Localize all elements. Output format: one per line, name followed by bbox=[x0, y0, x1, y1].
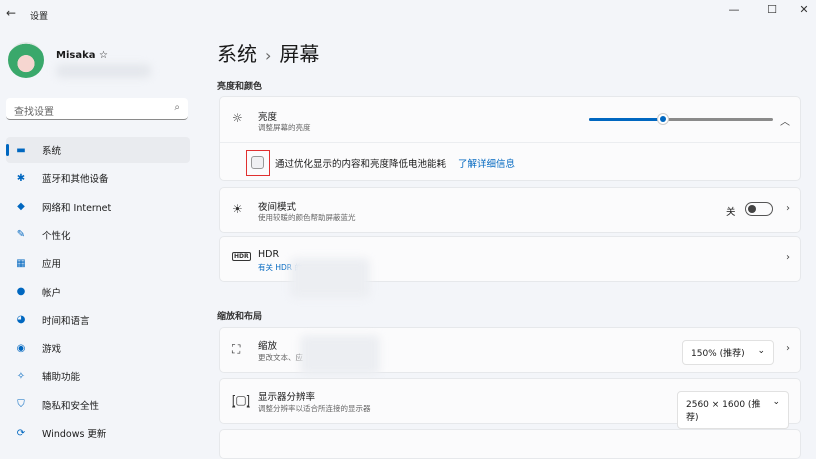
night-light-icon: ☀ bbox=[232, 202, 243, 216]
back-button[interactable]: ← bbox=[6, 6, 16, 20]
hdr-title: HDR bbox=[258, 249, 280, 260]
user-name: Misaka ☆ bbox=[56, 50, 108, 61]
night-title: 夜间模式 bbox=[258, 202, 297, 213]
night-subtitle: 使用较暖的颜色帮助屏蔽蓝光 bbox=[258, 213, 356, 222]
sidebar-item-2[interactable]: ◆ 网络和 Internet bbox=[6, 194, 190, 220]
slider-thumb[interactable] bbox=[656, 113, 669, 125]
sidebar-item-label: 蓝牙和其他设备 bbox=[42, 174, 109, 186]
chevron-right-icon: › bbox=[786, 252, 790, 263]
next-card bbox=[219, 429, 801, 459]
sidebar-item-label: 个性化 bbox=[42, 230, 71, 242]
sidebar-item-label: 时间和语言 bbox=[42, 315, 90, 327]
sidebar-item-6[interactable]: ◕ 时间和语言 bbox=[6, 307, 190, 333]
sidebar-icon: ◉ bbox=[16, 342, 26, 354]
learn-more-link[interactable]: 了解详细信息 bbox=[458, 156, 515, 170]
minimize-button[interactable]: — bbox=[724, 3, 744, 16]
sidebar-icon: ▦ bbox=[16, 257, 26, 269]
resolution-icon: ⦋▢⦌ bbox=[232, 393, 251, 407]
sidebar-item-label: 帐户 bbox=[42, 287, 62, 299]
sidebar-item-8[interactable]: ✧ 辅助功能 bbox=[6, 363, 190, 389]
resolution-dropdown[interactable]: 2560 × 1600 (推荐) ⌄ bbox=[677, 391, 789, 429]
title-bar: ← 设置 — ☐ ✕ bbox=[0, 0, 816, 30]
resolution-value: 2560 × 1600 (推荐) bbox=[686, 400, 761, 423]
breadcrumb-parent[interactable]: 系统 bbox=[217, 42, 257, 66]
night-toggle[interactable] bbox=[745, 202, 773, 216]
slider-fill bbox=[589, 118, 663, 121]
sidebar-item-5[interactable]: ● 帐户 bbox=[6, 279, 190, 305]
page-title: 屏幕 bbox=[279, 42, 320, 66]
blur-overlay bbox=[290, 258, 370, 298]
brightness-title: 亮度 bbox=[258, 112, 278, 123]
resolution-title: 显示器分辨率 bbox=[258, 392, 316, 403]
brightness-row[interactable]: ☼ 亮度 调整屏幕的亮度 ︿ bbox=[220, 97, 800, 143]
resolution-card: ⦋▢⦌ 显示器分辨率 调整分辨率以适合所连接的显示器 2560 × 1600 (… bbox=[219, 378, 801, 429]
sidebar-icon: ✱ bbox=[16, 172, 26, 184]
collapse-chevron-icon[interactable]: ︿ bbox=[780, 113, 790, 128]
battery-checkbox-label: 通过优化显示的内容和亮度降低电池能耗 bbox=[275, 159, 447, 170]
sidebar-item-4[interactable]: ▦ 应用 bbox=[6, 250, 190, 276]
section-brightness-color: 亮度和颜色 bbox=[217, 82, 263, 92]
breadcrumb: 系统 › 屏幕 bbox=[217, 38, 319, 67]
battery-option-row: 通过优化显示的内容和亮度降低电池能耗 了解详细信息 bbox=[220, 143, 800, 181]
scale-icon: ⛶ bbox=[232, 342, 241, 356]
scale-dropdown[interactable]: 150% (推荐) ⌄ bbox=[682, 340, 774, 365]
sidebar-item-10[interactable]: ⟳ Windows 更新 bbox=[6, 420, 190, 446]
sidebar-item-label: 游戏 bbox=[42, 344, 62, 356]
chevron-down-icon: ⌄ bbox=[772, 397, 780, 407]
sidebar-icon: ✧ bbox=[16, 370, 26, 382]
night-light-card[interactable]: ☀ 夜间模式 使用较暖的颜色帮助屏蔽蓝光 关 › bbox=[219, 187, 801, 233]
sidebar-item-label: 应用 bbox=[42, 259, 62, 271]
sidebar-item-3[interactable]: ✎ 个性化 bbox=[6, 222, 190, 248]
close-button[interactable]: ✕ bbox=[794, 3, 814, 16]
sidebar-item-label: 辅助功能 bbox=[42, 372, 81, 384]
battery-checkbox[interactable] bbox=[251, 156, 264, 169]
chevron-down-icon: ⌄ bbox=[757, 346, 765, 356]
sidebar-icon: ⛉ bbox=[17, 399, 25, 411]
brightness-card: ☼ 亮度 调整屏幕的亮度 ︿ 通过优化显示的内容和亮度降低电池能耗 了解详细信息 bbox=[219, 96, 801, 181]
sidebar-item-9[interactable]: ⛉ 隐私和安全性 bbox=[6, 392, 190, 418]
search-input[interactable]: 查找设置 ⌕ bbox=[6, 98, 188, 120]
sidebar-icon: ◕ bbox=[16, 314, 26, 326]
sidebar-item-label: 系统 bbox=[42, 146, 62, 157]
night-state: 关 bbox=[726, 207, 736, 218]
chevron-right-icon: › bbox=[786, 203, 790, 214]
sidebar-item-label: Windows 更新 bbox=[42, 429, 107, 440]
sun-icon: ☼ bbox=[232, 111, 243, 125]
app-title: 设置 bbox=[30, 12, 49, 22]
scale-title: 缩放 bbox=[258, 341, 278, 352]
resolution-subtitle: 调整分辨率以适合所连接的显示器 bbox=[258, 404, 371, 413]
hdr-icon: HDR bbox=[232, 252, 251, 261]
sidebar-icon: ◆ bbox=[17, 201, 25, 213]
search-icon: ⌕ bbox=[174, 102, 180, 113]
sidebar-item-label: 网络和 Internet bbox=[42, 202, 112, 214]
breadcrumb-separator: › bbox=[265, 46, 272, 65]
sidebar-item-7[interactable]: ◉ 游戏 bbox=[6, 335, 190, 361]
brightness-slider[interactable] bbox=[589, 113, 773, 125]
sidebar-item-1[interactable]: ✱ 蓝牙和其他设备 bbox=[6, 165, 190, 191]
scale-value: 150% (推荐) bbox=[691, 349, 745, 359]
sidebar-icon: ▬ bbox=[16, 144, 26, 156]
sidebar-icon: ✎ bbox=[16, 229, 26, 241]
avatar[interactable] bbox=[8, 42, 44, 78]
scale-subtitle: 更改文本、应 bbox=[258, 353, 303, 362]
sidebar-icon: ● bbox=[16, 286, 26, 297]
section-scale-layout: 缩放和布局 bbox=[217, 312, 263, 322]
sidebar-item-label: 隐私和安全性 bbox=[42, 400, 100, 412]
brightness-subtitle: 调整屏幕的亮度 bbox=[258, 123, 311, 132]
maximize-button[interactable]: ☐ bbox=[762, 3, 782, 16]
sidebar-item-0[interactable]: ▬ 系统 bbox=[6, 137, 190, 163]
blur-overlay bbox=[300, 335, 380, 375]
search-placeholder: 查找设置 bbox=[14, 107, 54, 118]
blurred-email bbox=[56, 64, 151, 78]
sidebar-icon: ⟳ bbox=[16, 427, 26, 439]
chevron-right-icon: › bbox=[786, 343, 790, 354]
